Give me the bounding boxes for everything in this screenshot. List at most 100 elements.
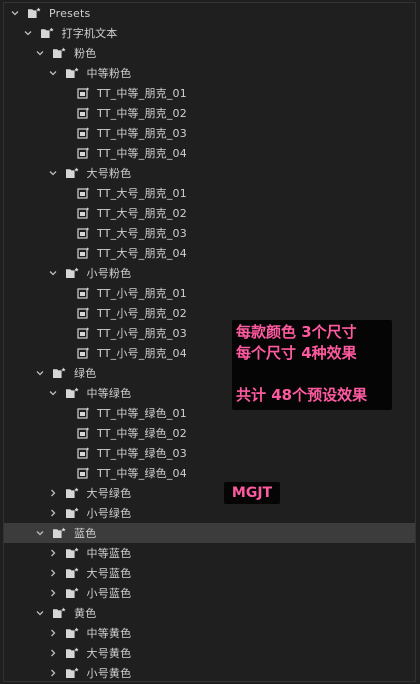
folder-icon bbox=[65, 507, 81, 519]
chevron-right-icon[interactable] bbox=[47, 627, 59, 639]
tree-item-label: TT_大号_朋克_01 bbox=[97, 187, 187, 200]
tree-item-label: TT_中等_朋克_03 bbox=[97, 127, 187, 140]
preset-item[interactable]: TT_中等_朋克_03 bbox=[4, 123, 415, 143]
tree-item-label: 小号粉色 bbox=[86, 267, 132, 280]
chevron-right-icon[interactable] bbox=[47, 647, 59, 659]
folder-row[interactable]: 大号粉色 bbox=[4, 163, 415, 183]
chevron-down-icon[interactable] bbox=[34, 607, 46, 619]
chevron-down-icon[interactable] bbox=[47, 267, 59, 279]
preset-item[interactable]: TT_大号_朋克_02 bbox=[4, 203, 415, 223]
chevron-right-icon[interactable] bbox=[47, 567, 59, 579]
tree-item-label: 小号蓝色 bbox=[86, 587, 132, 600]
chevron-right-icon[interactable] bbox=[47, 587, 59, 599]
preset-icon bbox=[77, 327, 91, 339]
folder-icon bbox=[52, 527, 68, 539]
folder-icon bbox=[65, 587, 81, 599]
folder-row[interactable]: 黄色 bbox=[4, 603, 415, 623]
chevron-down-icon[interactable] bbox=[22, 27, 34, 39]
tree-item-label: 中等粉色 bbox=[86, 67, 132, 80]
folder-icon bbox=[65, 67, 81, 79]
preset-item[interactable]: TT_小号_朋克_01 bbox=[4, 283, 415, 303]
preset-icon bbox=[77, 127, 91, 139]
tree-item-label: TT_大号_朋克_04 bbox=[97, 247, 187, 260]
folder-icon bbox=[65, 567, 81, 579]
chevron-down-icon[interactable] bbox=[47, 167, 59, 179]
preset-icon bbox=[77, 287, 91, 299]
folder-icon bbox=[27, 7, 43, 19]
tree-item-label: 绿色 bbox=[74, 367, 97, 380]
tree-item-label: TT_大号_朋克_02 bbox=[97, 207, 187, 220]
tree-item-label: 蓝色 bbox=[74, 527, 97, 540]
tree-item-label: Presets bbox=[49, 6, 91, 20]
folder-row[interactable]: 大号绿色 bbox=[4, 483, 415, 503]
tree-item-label: TT_小号_朋克_03 bbox=[97, 327, 187, 340]
preset-item[interactable]: TT_大号_朋克_04 bbox=[4, 243, 415, 263]
tree-item-label: TT_中等_朋克_01 bbox=[97, 87, 187, 100]
preset-item[interactable]: TT_大号_朋克_03 bbox=[4, 223, 415, 243]
chevron-right-icon[interactable] bbox=[47, 547, 59, 559]
tree-item-label: TT_小号_朋克_01 bbox=[97, 287, 187, 300]
tree-item-label: TT_大号_朋克_03 bbox=[97, 227, 187, 240]
chevron-down-icon[interactable] bbox=[34, 47, 46, 59]
chevron-right-icon[interactable] bbox=[47, 487, 59, 499]
tree-item-label: 中等蓝色 bbox=[86, 547, 132, 560]
folder-icon bbox=[65, 267, 81, 279]
preset-item[interactable]: TT_中等_绿色_02 bbox=[4, 423, 415, 443]
preset-icon bbox=[77, 347, 91, 359]
tree-item-label: 大号黄色 bbox=[86, 647, 132, 660]
folder-row[interactable]: 蓝色 bbox=[4, 523, 415, 543]
preset-icon bbox=[77, 227, 91, 239]
preset-icon bbox=[77, 147, 91, 159]
preset-item[interactable]: TT_中等_朋克_02 bbox=[4, 103, 415, 123]
chevron-right-icon[interactable] bbox=[47, 507, 59, 519]
preset-icon bbox=[77, 307, 91, 319]
folder-row[interactable]: 中等黄色 bbox=[4, 623, 415, 643]
preset-item[interactable]: TT_中等_绿色_03 bbox=[4, 443, 415, 463]
tree-item-label: 大号蓝色 bbox=[86, 567, 132, 580]
tree-item-label: 中等黄色 bbox=[86, 627, 132, 640]
info-line-2: 每个尺寸 4种效果 bbox=[236, 344, 357, 362]
folder-row[interactable]: 小号粉色 bbox=[4, 263, 415, 283]
folder-row[interactable]: 小号黄色 bbox=[4, 663, 415, 683]
preset-item[interactable]: TT_中等_朋克_04 bbox=[4, 143, 415, 163]
chevron-right-icon[interactable] bbox=[47, 667, 59, 679]
preset-icon bbox=[77, 107, 91, 119]
folder-row[interactable]: 粉色 bbox=[4, 43, 415, 63]
tree-item-label: 大号粉色 bbox=[86, 167, 132, 180]
chevron-down-icon[interactable] bbox=[47, 67, 59, 79]
tree-item-label: 黄色 bbox=[74, 607, 97, 620]
folder-row[interactable]: 大号黄色 bbox=[4, 643, 415, 663]
preset-icon bbox=[77, 427, 91, 439]
chevron-down-icon[interactable] bbox=[34, 527, 46, 539]
chevron-down-icon[interactable] bbox=[47, 387, 59, 399]
tree-item-label: 大号绿色 bbox=[86, 487, 132, 500]
tree-item-label: TT_中等_绿色_02 bbox=[97, 427, 187, 440]
folder-icon bbox=[65, 487, 81, 499]
tree-item-label: TT_小号_朋克_04 bbox=[97, 347, 187, 360]
chevron-down-icon[interactable] bbox=[34, 367, 46, 379]
tree-item-label: TT_小号_朋克_02 bbox=[97, 307, 187, 320]
folder-row[interactable]: 小号蓝色 bbox=[4, 583, 415, 603]
folder-row[interactable]: 小号绿色 bbox=[4, 503, 415, 523]
folder-icon bbox=[52, 607, 68, 619]
chevron-down-icon[interactable] bbox=[9, 7, 21, 19]
preset-item[interactable]: TT_中等_绿色_04 bbox=[4, 463, 415, 483]
folder-row[interactable]: 中等蓝色 bbox=[4, 543, 415, 563]
tree-item-label: TT_中等_绿色_01 bbox=[97, 407, 187, 420]
preset-item[interactable]: TT_大号_朋克_01 bbox=[4, 183, 415, 203]
folder-row[interactable]: 大号蓝色 bbox=[4, 563, 415, 583]
tree-item-label: 小号绿色 bbox=[86, 507, 132, 520]
folder-icon bbox=[65, 647, 81, 659]
folder-row[interactable]: 中等粉色 bbox=[4, 63, 415, 83]
preset-item[interactable]: TT_中等_朋克_01 bbox=[4, 83, 415, 103]
folder-icon bbox=[65, 667, 81, 679]
folder-icon bbox=[65, 167, 81, 179]
folder-icon bbox=[52, 367, 68, 379]
folder-row[interactable]: Presets bbox=[4, 3, 415, 23]
folder-row[interactable]: 打字机文本 bbox=[4, 23, 415, 43]
folder-icon bbox=[65, 547, 81, 559]
info-line-1: 每款颜色 3个尺寸 bbox=[236, 323, 357, 341]
watermark-badge: MGJT bbox=[224, 482, 280, 504]
info-overlay: 每款颜色 3个尺寸 每个尺寸 4种效果 共计 48个预设效果 bbox=[232, 320, 392, 410]
folder-icon bbox=[65, 627, 81, 639]
